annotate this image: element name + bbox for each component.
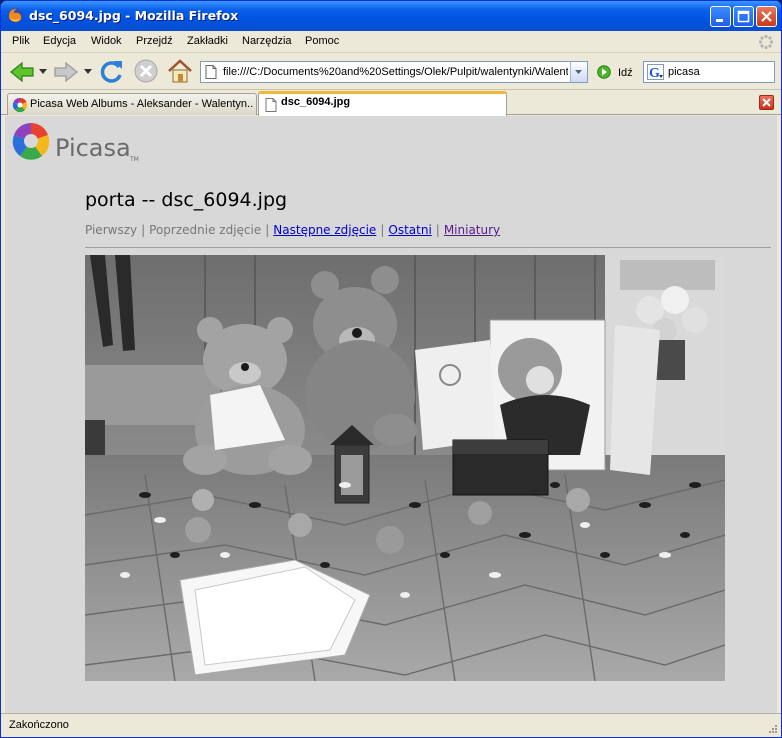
- nav-separator: |: [380, 223, 385, 237]
- go-icon[interactable]: [597, 65, 611, 79]
- forward-icon[interactable]: [53, 60, 79, 84]
- back-dropdown-icon[interactable]: [39, 69, 47, 75]
- page-icon: [265, 98, 277, 112]
- close-icon: [761, 11, 772, 22]
- search-input[interactable]: G picasa: [643, 61, 775, 83]
- close-icon: [762, 98, 771, 107]
- address-bar[interactable]: file:///C:/Documents%20and%20Settings/Ol…: [200, 61, 588, 83]
- picasa-logo[interactable]: Picasa TM: [11, 121, 147, 167]
- svg-text:G: G: [649, 66, 660, 80]
- forward-dropdown-icon[interactable]: [84, 69, 92, 75]
- tab-label: Picasa Web Albums - Aleksander - Walenty…: [30, 98, 254, 110]
- nav-separator: |: [435, 223, 440, 237]
- picasa-logo-tm: TM: [129, 156, 139, 163]
- menu-przejdz[interactable]: Przejdź: [136, 35, 173, 47]
- first-label: Pierwszy: [85, 223, 138, 237]
- last-photo-link[interactable]: Ostatni: [388, 223, 431, 237]
- next-photo-link[interactable]: Następne zdjęcie: [273, 223, 376, 237]
- photo-image: [85, 255, 725, 681]
- throbber-icon: [758, 34, 774, 50]
- chevron-down-icon: [575, 70, 582, 74]
- menu-zakladki[interactable]: Zakładki: [187, 35, 228, 47]
- url-text[interactable]: file:///C:/Documents%20and%20Settings/Ol…: [223, 66, 568, 78]
- divider: [85, 247, 771, 248]
- close-tab-button[interactable]: [759, 95, 774, 110]
- menu-pomoc[interactable]: Pomoc: [305, 35, 339, 47]
- nav-separator: |: [141, 223, 146, 237]
- google-search-engine-icon[interactable]: G: [647, 64, 664, 80]
- status-bar: Zakończono: [1, 713, 781, 737]
- minimize-button[interactable]: [710, 6, 731, 27]
- status-text: Zakończono: [9, 719, 69, 731]
- maximize-icon: [737, 10, 750, 23]
- tab-picasa-web-albums[interactable]: Picasa Web Albums - Aleksander - Walenty…: [7, 93, 257, 115]
- minimize-icon: [716, 19, 723, 22]
- menu-bar: Plik Edycja Widok Przejdź Zakładki Narzę…: [1, 31, 781, 53]
- menu-widok[interactable]: Widok: [91, 35, 122, 47]
- page-content: Picasa TM porta -- dsc_6094.jpg Pierwszy…: [5, 116, 777, 713]
- page-icon: [205, 65, 217, 79]
- window-title: dsc_6094.jpg - Mozilla Firefox: [29, 8, 239, 23]
- photo-navigation: Pierwszy | Poprzednie zdjęcie | Następne zdj…: [85, 223, 500, 237]
- reload-icon[interactable]: [98, 58, 125, 85]
- resize-grip-icon[interactable]: [767, 723, 778, 734]
- tab-dsc-6094[interactable]: dsc_6094.jpg: [258, 91, 507, 116]
- page-title: porta -- dsc_6094.jpg: [85, 189, 288, 211]
- title-bar[interactable]: dsc_6094.jpg - Mozilla Firefox: [1, 1, 781, 31]
- search-text[interactable]: picasa: [668, 66, 700, 78]
- main-photo[interactable]: [85, 255, 725, 681]
- menu-plik[interactable]: Plik: [12, 35, 30, 47]
- go-button-label[interactable]: Idź: [618, 67, 633, 79]
- menu-narzedzia[interactable]: Narzędzia: [242, 35, 292, 47]
- tab-label: dsc_6094.jpg: [281, 96, 351, 108]
- maximize-button[interactable]: [733, 6, 754, 27]
- url-dropdown-button[interactable]: [570, 62, 587, 82]
- firefox-icon: [8, 8, 23, 23]
- back-icon[interactable]: [9, 60, 35, 84]
- picasa-tab-icon: [12, 97, 28, 113]
- thumbnails-link[interactable]: Miniatury: [444, 223, 500, 237]
- browser-window: dsc_6094.jpg - Mozilla Firefox Plik Edyc…: [0, 0, 782, 738]
- nav-separator: |: [265, 223, 270, 237]
- close-window-button[interactable]: [756, 6, 777, 27]
- home-icon[interactable]: [166, 57, 194, 85]
- prev-label: Poprzednie zdjęcie: [149, 223, 262, 237]
- stop-icon[interactable]: [133, 58, 159, 84]
- menu-edycja[interactable]: Edycja: [43, 35, 76, 47]
- picasa-logo-text: Picasa: [55, 134, 131, 162]
